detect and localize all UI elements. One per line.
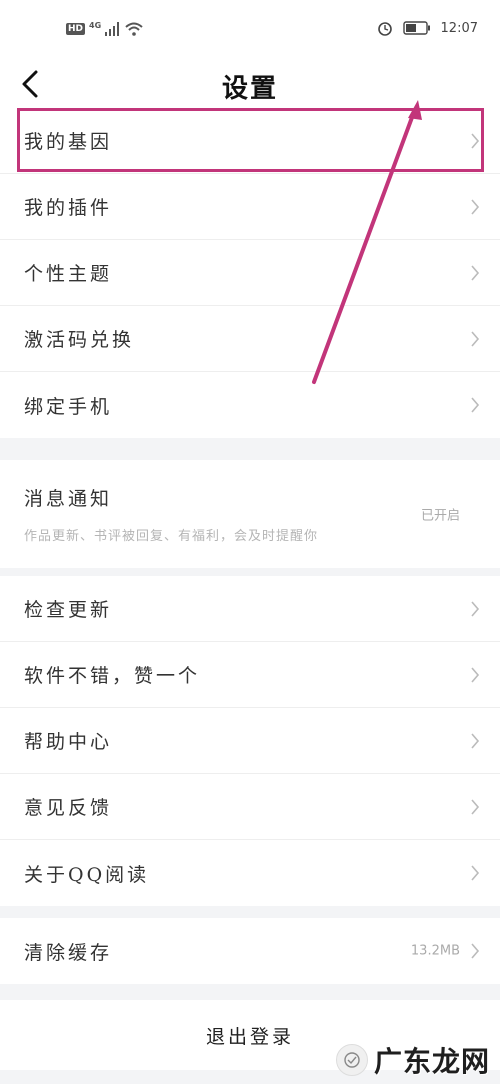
row-label: 意见反馈 bbox=[24, 797, 113, 819]
row-label: 我的基因 bbox=[24, 131, 113, 153]
row-clear-cache[interactable]: 清除缓存 13.2MB bbox=[0, 918, 500, 984]
page-title: 设置 bbox=[221, 74, 278, 104]
row-feedback[interactable]: 意见反馈 bbox=[0, 774, 500, 840]
hd-badge: HD bbox=[66, 23, 86, 35]
row-label: 激活码兑换 bbox=[24, 329, 135, 351]
row-label: 帮助中心 bbox=[24, 731, 113, 753]
chevron-right-icon bbox=[471, 198, 480, 215]
settings-group-account: 我的基因 我的插件 个性主题 激活码兑换 绑定手机 bbox=[0, 108, 500, 438]
row-activation-code[interactable]: 激活码兑换 bbox=[0, 306, 500, 372]
signal-icon bbox=[105, 22, 120, 36]
row-my-plugins[interactable]: 我的插件 bbox=[0, 174, 500, 240]
chevron-right-icon bbox=[471, 600, 480, 617]
network-type: 4G bbox=[89, 20, 102, 30]
row-bind-phone[interactable]: 绑定手机 bbox=[0, 372, 500, 438]
row-rate-app[interactable]: 软件不错，赞一个 bbox=[0, 642, 500, 708]
settings-group-about: 检查更新 软件不错，赞一个 帮助中心 意见反馈 关于QQ阅读 bbox=[0, 576, 500, 906]
row-label: 清除缓存 bbox=[24, 941, 113, 964]
row-theme[interactable]: 个性主题 bbox=[0, 240, 500, 306]
chevron-right-icon bbox=[471, 943, 480, 959]
wifi-icon bbox=[125, 22, 143, 36]
settings-group-notifications: 消息通知 作品更新、书评被回复、有福利，会及时提醒你 已开启 bbox=[0, 460, 500, 568]
row-label: 个性主题 bbox=[24, 263, 113, 285]
chevron-right-icon bbox=[471, 132, 480, 149]
row-my-genes[interactable]: 我的基因 bbox=[0, 108, 500, 174]
chevron-right-icon bbox=[471, 264, 480, 281]
alarm-icon bbox=[377, 22, 392, 36]
row-about[interactable]: 关于QQ阅读 bbox=[0, 840, 500, 906]
cache-size: 13.2MB bbox=[410, 943, 460, 959]
chevron-right-icon bbox=[471, 330, 480, 347]
row-label: 软件不错，赞一个 bbox=[24, 665, 201, 687]
status-time: 12:07 bbox=[440, 20, 478, 36]
logout-label: 退出登录 bbox=[205, 1025, 294, 1048]
status-right: 12:07 bbox=[377, 20, 478, 36]
status-left: HD 4G bbox=[66, 20, 143, 36]
chevron-right-icon bbox=[471, 865, 480, 881]
chevron-right-icon bbox=[471, 397, 480, 413]
chevron-right-icon bbox=[471, 798, 480, 815]
chevron-right-icon bbox=[471, 732, 480, 749]
row-label: 消息通知 bbox=[24, 488, 113, 510]
row-label: 我的插件 bbox=[24, 197, 113, 219]
watermark-logo-icon bbox=[335, 1044, 368, 1076]
notification-status: 已开启 bbox=[420, 508, 460, 524]
row-help-center[interactable]: 帮助中心 bbox=[0, 708, 500, 774]
settings-group-cache: 清除缓存 13.2MB bbox=[0, 918, 500, 984]
battery-icon bbox=[402, 21, 430, 35]
row-label: 绑定手机 bbox=[24, 395, 113, 418]
chevron-right-icon bbox=[471, 666, 480, 683]
row-label: 关于QQ阅读 bbox=[24, 863, 150, 886]
nav-bar: 设置 bbox=[0, 60, 500, 108]
watermark-text: 广东龙网 bbox=[373, 1045, 490, 1078]
row-label: 检查更新 bbox=[24, 599, 113, 621]
row-subtitle: 作品更新、书评被回复、有福利，会及时提醒你 bbox=[24, 529, 319, 544]
row-check-update[interactable]: 检查更新 bbox=[0, 576, 500, 642]
row-notifications[interactable]: 消息通知 作品更新、书评被回复、有福利，会及时提醒你 已开启 bbox=[0, 460, 500, 568]
watermark: 广东龙网 bbox=[335, 1040, 490, 1080]
status-bar: HD 4G 12:07 bbox=[0, 0, 500, 60]
